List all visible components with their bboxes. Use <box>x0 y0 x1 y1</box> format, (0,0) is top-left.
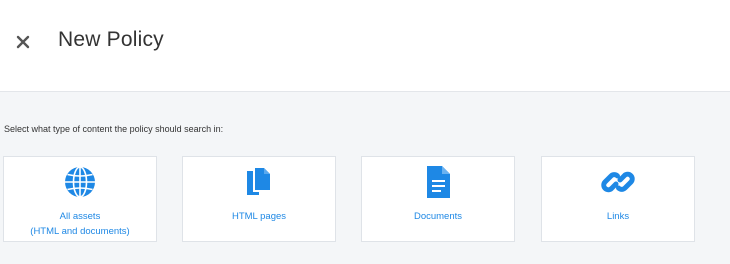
document-icon <box>420 165 456 199</box>
copy-pages-icon <box>241 165 277 199</box>
content-type-prompt: Select what type of content the policy s… <box>4 124 224 134</box>
link-icon <box>600 165 636 199</box>
option-card-documents[interactable]: Documents <box>361 156 515 242</box>
option-label: All assets (HTML and documents) <box>30 211 130 237</box>
option-card-all-assets[interactable]: All assets (HTML and documents) <box>3 156 157 242</box>
option-card-links[interactable]: Links <box>541 156 695 242</box>
page-title: New Policy <box>58 28 164 51</box>
header-bar: New Policy <box>0 0 730 92</box>
close-icon[interactable] <box>12 31 34 53</box>
option-label: Links <box>606 211 630 222</box>
globe-icon <box>62 165 98 199</box>
option-label: Documents <box>413 211 463 222</box>
option-card-html-pages[interactable]: HTML pages <box>182 156 336 242</box>
option-label: HTML pages <box>231 211 287 222</box>
